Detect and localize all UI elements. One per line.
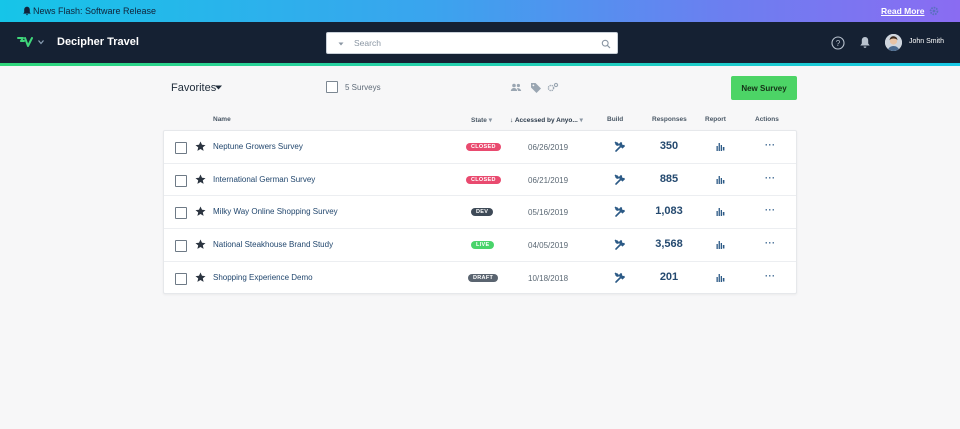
report-chart-icon[interactable] — [716, 207, 725, 217]
help-icon[interactable]: ? — [831, 36, 845, 50]
avatar[interactable] — [885, 34, 902, 51]
survey-name-link[interactable]: Neptune Growers Survey — [213, 142, 303, 151]
star-icon[interactable] — [195, 272, 206, 283]
star-icon[interactable] — [195, 239, 206, 250]
sort-arrow-icon: ↓ — [510, 117, 514, 124]
report-chart-icon[interactable] — [716, 175, 725, 184]
bell-icon — [23, 6, 31, 16]
star-icon[interactable] — [195, 141, 206, 152]
news-bar: News Flash: Software Release Read More — [0, 0, 960, 22]
chevron-down-icon[interactable] — [338, 41, 344, 47]
favorites-dropdown[interactable]: Favorites — [171, 82, 216, 94]
status-badge: LIVE — [471, 241, 495, 250]
status-badge: CLOSED — [466, 175, 501, 184]
responses-count[interactable]: 350 — [624, 140, 714, 152]
search-input[interactable] — [354, 36, 594, 50]
survey-name-link[interactable]: International German Survey — [213, 175, 315, 184]
accessed-date: 06/21/2019 — [528, 175, 569, 185]
report-chart-icon[interactable] — [716, 273, 725, 282]
accessed-date: 04/05/2019 — [528, 241, 569, 251]
survey-name-link[interactable]: Milky Way Online Shopping Survey — [213, 207, 338, 216]
column-header-actions: Actions — [755, 116, 779, 123]
company-name: Decipher Travel — [57, 36, 139, 48]
status-badge: DRAFT — [468, 273, 499, 282]
new-survey-button[interactable]: New Survey — [731, 76, 797, 100]
survey-name-link[interactable]: National Steakhouse Brand Study — [213, 240, 333, 249]
status-badge: CLOSED — [466, 143, 501, 151]
search-icon[interactable] — [601, 39, 611, 49]
row-checkbox[interactable] — [175, 240, 187, 253]
accessed-date: 05/16/2019 — [528, 208, 569, 218]
survey-name-link[interactable]: Shopping Experience Demo — [213, 273, 313, 282]
app-header: Decipher Travel ? John Smith — [0, 22, 960, 66]
table-row[interactable]: Shopping Experience Demo DRAFT 10/18/2018 2… — [164, 262, 796, 295]
report-chart-icon[interactable] — [716, 240, 725, 250]
star-icon[interactable] — [195, 206, 206, 217]
search-box[interactable] — [326, 32, 618, 54]
report-chart-icon[interactable] — [716, 142, 725, 151]
select-all-checkbox[interactable] — [326, 81, 338, 93]
users-icon[interactable] — [510, 82, 522, 93]
accessed-date: 10/18/2018 — [528, 273, 569, 283]
table-row[interactable]: Milky Way Online Shopping Survey DEV 05/16… — [164, 196, 796, 229]
column-header-name[interactable]: Name — [213, 116, 231, 123]
responses-count[interactable]: 201 — [624, 271, 714, 283]
row-actions-menu[interactable]: ··· — [765, 205, 776, 215]
responses-count[interactable]: 1,083 — [624, 205, 714, 217]
status-badge: DEV — [471, 208, 494, 217]
sort-caret-icon: ▾ — [579, 117, 583, 124]
logo-icon[interactable] — [17, 36, 33, 48]
chevron-down-icon[interactable] — [38, 39, 44, 45]
row-checkbox[interactable] — [175, 174, 187, 187]
table-row[interactable]: National Steakhouse Brand Study LIVE 04/05… — [164, 229, 796, 262]
column-header-accessed[interactable]: ↓ Accessed by Anyo... ▾ — [510, 116, 583, 124]
column-header-responses: Responses — [652, 116, 687, 123]
sort-caret-icon: ▾ — [488, 117, 492, 124]
row-checkbox[interactable] — [175, 142, 187, 154]
svg-text:?: ? — [836, 39, 841, 48]
row-actions-menu[interactable]: ··· — [765, 173, 776, 183]
header-accent-line — [0, 63, 960, 66]
column-header-state[interactable]: State ▾ — [471, 116, 492, 124]
news-flash-text: News Flash: Software Release — [33, 6, 157, 16]
table-row[interactable]: International German Survey CLOSED 06/21/2… — [164, 164, 796, 197]
table-row[interactable]: Neptune Growers Survey CLOSED 06/26/2019 35… — [164, 131, 796, 164]
row-actions-menu[interactable]: ··· — [765, 271, 776, 281]
star-icon[interactable] — [195, 174, 206, 185]
column-header-report: Report — [705, 116, 726, 123]
row-checkbox[interactable] — [175, 272, 187, 285]
surveys-table: Neptune Growers Survey CLOSED 06/26/2019 35… — [163, 130, 797, 294]
row-checkbox[interactable] — [175, 207, 187, 220]
row-actions-menu[interactable]: ··· — [765, 140, 776, 150]
tag-icon[interactable] — [530, 82, 542, 93]
responses-count[interactable]: 3,568 — [624, 238, 714, 250]
notifications-bell-icon[interactable] — [859, 36, 871, 49]
column-header-build: Build — [607, 116, 624, 123]
survey-count: 5 Surveys — [345, 83, 381, 92]
settings-icon[interactable] — [547, 82, 559, 93]
chevron-down-icon[interactable] — [215, 85, 222, 90]
user-name[interactable]: John Smith — [909, 38, 944, 45]
read-more-link[interactable]: Read More — [881, 6, 924, 16]
row-actions-menu[interactable]: ··· — [765, 238, 776, 248]
responses-count[interactable]: 885 — [624, 173, 714, 185]
gear-icon[interactable] — [929, 6, 939, 16]
accessed-date: 06/26/2019 — [528, 143, 569, 152]
